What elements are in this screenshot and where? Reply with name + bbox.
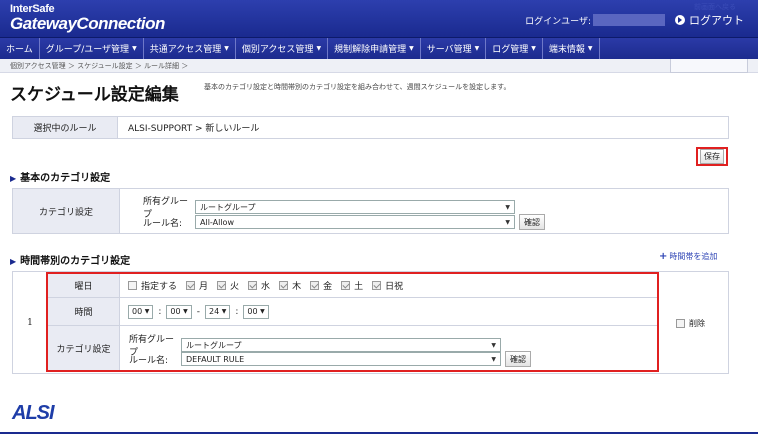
nav-label: 個別アクセス管理 bbox=[241, 45, 314, 55]
brand-logo: GatewayConnection bbox=[10, 14, 165, 33]
breadcrumb-bar: 個別アクセス管理 ＞ スケジュール設定 ＞ ルール詳細 ＞ bbox=[0, 59, 758, 73]
caret-down-icon: ▼ bbox=[505, 203, 510, 211]
checkbox-icon bbox=[676, 319, 685, 328]
basic-group-select[interactable]: ルートグループ ▼ bbox=[195, 200, 515, 214]
logout-arrow-icon bbox=[675, 15, 685, 25]
page-description: 基本のカテゴリ設定と時間帯別のカテゴリ設定を組み合わせて、週間スケジュールを設定… bbox=[204, 83, 511, 91]
logout-label: ログアウト bbox=[689, 14, 744, 27]
nav-group-user[interactable]: グループ/ユーザ管理 ▼ bbox=[40, 38, 144, 59]
caret-down-icon: ▼ bbox=[316, 45, 322, 52]
delete-checkbox[interactable]: 削除 bbox=[676, 318, 705, 329]
basic-rule-value: All-Allow bbox=[200, 217, 234, 227]
login-user-label: ログインユーザ: bbox=[525, 16, 591, 27]
basic-section-title: ▶ 基本のカテゴリ設定 bbox=[10, 169, 110, 184]
caret-down-icon: ▼ bbox=[474, 45, 480, 52]
caret-down-icon: ▼ bbox=[224, 45, 229, 52]
user-area: ログインユーザ: ログアウト bbox=[525, 12, 744, 28]
logout-link[interactable]: ログアウト bbox=[675, 12, 744, 28]
main-nav: ホーム グループ/ユーザ管理 ▼ 共通アクセス管理 ▼ 個別アクセス管理 ▼ 規制解除… bbox=[0, 38, 758, 59]
login-user-name bbox=[593, 14, 665, 26]
footer-logo: ALSI bbox=[12, 402, 55, 424]
nav-log[interactable]: ログ管理 ▼ bbox=[486, 38, 543, 59]
basic-group-value: ルートグループ bbox=[200, 202, 256, 212]
nav-label: 共通アクセス管理 bbox=[149, 45, 222, 55]
basic-rule-select[interactable]: All-Allow ▼ bbox=[195, 215, 515, 229]
nav-server[interactable]: サーバ管理 ▼ bbox=[421, 38, 487, 59]
breadcrumb: 個別アクセス管理 ＞ スケジュール設定 ＞ ルール詳細 ＞ bbox=[10, 62, 189, 70]
selected-rule-box: 選択中のルール ALSI-SUPPORT > 新しいルール bbox=[12, 116, 729, 139]
caret-down-icon: ▼ bbox=[505, 218, 510, 226]
caret-down-icon: ▼ bbox=[531, 45, 536, 52]
add-timeband-label: 時間帯を追加 bbox=[669, 252, 718, 261]
caret-down-icon: ▼ bbox=[409, 45, 414, 52]
plus-icon: + bbox=[659, 251, 668, 262]
delete-label: 削除 bbox=[689, 319, 705, 328]
nav-common-access[interactable]: 共通アクセス管理 ▼ bbox=[144, 38, 236, 59]
basic-title-text: 基本のカテゴリ設定 bbox=[20, 173, 111, 184]
triangle-right-icon: ▶ bbox=[10, 174, 17, 183]
nav-label: サーバ管理 bbox=[426, 45, 472, 55]
timeband-title-text: 時間帯別のカテゴリ設定 bbox=[20, 256, 131, 267]
selected-rule-label: 選択中のルール bbox=[13, 117, 118, 138]
nav-label: 規制解除申請管理 bbox=[334, 45, 407, 55]
nav-label: グループ/ユーザ管理 bbox=[45, 45, 130, 55]
timeband-highlight bbox=[46, 272, 659, 372]
basic-rule-row: ルール名: All-Allow ▼ 確認 bbox=[143, 214, 545, 230]
basic-confirm-button[interactable]: 確認 bbox=[519, 214, 545, 230]
back-link[interactable]: 前画面へ戻る bbox=[694, 2, 736, 12]
triangle-right-icon: ▶ bbox=[10, 257, 17, 266]
nav-label: ログ管理 bbox=[492, 45, 529, 55]
app-header: InterSafe GatewayConnection ログインユーザ: ログア… bbox=[0, 0, 758, 38]
timeband-section-title: ▶ 時間帯別のカテゴリ設定 bbox=[10, 252, 130, 267]
timeband-index: 1 bbox=[27, 317, 33, 328]
nav-home[interactable]: ホーム bbox=[0, 38, 40, 59]
basic-category-label: カテゴリ設定 bbox=[13, 189, 120, 233]
nav-label: ホーム bbox=[6, 45, 33, 55]
basic-rule-label: ルール名: bbox=[143, 218, 183, 229]
nav-label: 端末情報 bbox=[548, 45, 585, 55]
add-timeband-link[interactable]: + 時間帯を追加 bbox=[659, 251, 717, 262]
page-title: スケジュール設定編集 bbox=[10, 85, 179, 105]
save-highlight: 保存 bbox=[696, 147, 728, 166]
nav-terminal[interactable]: 端末情報 ▼ bbox=[543, 38, 600, 59]
selected-rule-value: ALSI-SUPPORT > 新しいルール bbox=[128, 124, 260, 134]
nav-unblock-request[interactable]: 規制解除申請管理 ▼ bbox=[328, 38, 421, 59]
caret-down-icon: ▼ bbox=[132, 45, 137, 52]
nav-individual-access[interactable]: 個別アクセス管理 ▼ bbox=[236, 38, 329, 59]
save-button[interactable]: 保存 bbox=[700, 149, 724, 164]
caret-down-icon: ▼ bbox=[587, 45, 593, 52]
back-tab bbox=[670, 59, 748, 73]
